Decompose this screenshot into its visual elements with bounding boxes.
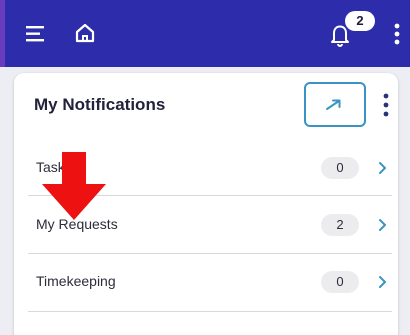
list-item-timekeeping[interactable]: Timekeeping 0	[14, 254, 398, 312]
notification-count-badge: 2	[345, 11, 375, 31]
red-arrow-down-icon	[42, 152, 106, 220]
card-title: My Notifications	[34, 95, 166, 114]
divider	[28, 311, 392, 312]
home-button[interactable]	[73, 21, 97, 45]
count-badge: 2	[321, 214, 359, 236]
open-notifications-button[interactable]	[304, 82, 366, 127]
card-overflow-menu-button[interactable]	[379, 91, 393, 119]
overflow-menu-button[interactable]	[389, 21, 405, 47]
chevron-right-icon	[379, 219, 386, 231]
count-badge: 0	[321, 157, 359, 179]
count-badge: 0	[321, 271, 359, 293]
menu-icon	[26, 26, 44, 42]
top-app-bar: 2	[0, 0, 410, 67]
more-vertical-icon	[383, 93, 389, 117]
chevron-right-icon	[379, 276, 386, 288]
more-vertical-icon	[394, 23, 400, 45]
arrow-right-icon	[326, 99, 341, 110]
screen: 2 My Notifications Tasks 0 My Requests 2…	[0, 0, 410, 335]
menu-button[interactable]	[26, 24, 48, 44]
list-item-label: Timekeeping	[36, 273, 116, 289]
home-icon	[75, 23, 95, 43]
chevron-right-icon	[379, 162, 386, 174]
